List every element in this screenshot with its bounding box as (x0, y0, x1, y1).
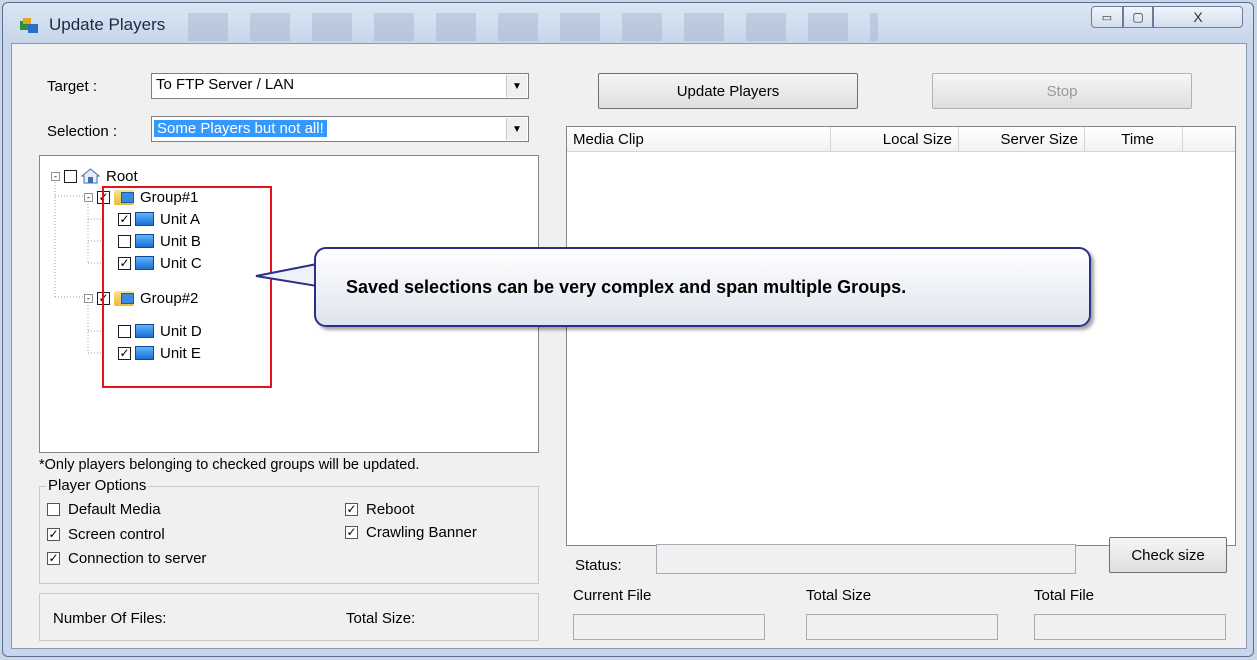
update-players-window: Update Players ▭ ▢ X Target : To FTP Ser… (2, 2, 1254, 657)
app-icon (20, 18, 38, 33)
reboot-checkbox[interactable]: ✓ (345, 503, 358, 516)
selection-label: Selection : (47, 123, 118, 140)
stop-button[interactable]: Stop (932, 73, 1192, 109)
column-local-size[interactable]: Local Size (831, 127, 959, 151)
player-options-group: Player Options Default Media ✓ Screen co… (39, 477, 539, 584)
update-players-button[interactable]: Update Players (598, 73, 858, 109)
chevron-down-icon[interactable]: ▼ (506, 118, 527, 140)
check-size-button[interactable]: Check size (1109, 537, 1227, 573)
column-media-clip[interactable]: Media Clip (567, 127, 831, 151)
total-size-progress-label: Total Size (806, 587, 872, 604)
selection-value: Some Players but not all! (154, 120, 327, 137)
list-header: Media Clip Local Size Server Size Time (567, 127, 1235, 152)
callout-text: Saved selections can be very complex and… (346, 276, 907, 297)
collapse-group-2-toggle[interactable]: - (84, 293, 93, 303)
client-area: Target : To FTP Server / LAN ▼ Selection… (11, 43, 1247, 649)
close-button[interactable]: X (1153, 6, 1243, 28)
total-size-label: Total Size: (346, 610, 416, 627)
connection-to-server-option[interactable]: ✓ Connection to server (47, 550, 206, 567)
total-file-field (1034, 614, 1226, 640)
close-icon: X (1193, 9, 1203, 25)
collapse-root-toggle[interactable]: - (51, 171, 60, 181)
chevron-down-icon[interactable]: ▼ (506, 75, 527, 97)
target-value: To FTP Server / LAN (156, 76, 295, 93)
player-options-title: Player Options (46, 477, 149, 494)
status-field (656, 544, 1076, 574)
root-checkbox[interactable] (64, 169, 77, 183)
total-file-label: Total File (1034, 587, 1095, 604)
crawling-banner-checkbox[interactable]: ✓ (345, 526, 358, 539)
number-of-files-label: Number Of Files: (53, 610, 167, 627)
minimize-button[interactable]: ▭ (1091, 6, 1123, 28)
callout-annotation: Saved selections can be very complex and… (314, 247, 1091, 327)
column-time[interactable]: Time (1085, 127, 1183, 151)
screen-control-option[interactable]: ✓ Screen control (47, 526, 165, 543)
maximize-button[interactable]: ▢ (1123, 6, 1153, 28)
totals-panel: Number Of Files: Total Size: (39, 593, 539, 641)
current-file-field (573, 614, 765, 640)
title-bar[interactable]: Update Players ▭ ▢ X (3, 3, 1253, 43)
target-select[interactable]: To FTP Server / LAN ▼ (151, 73, 529, 99)
minimize-icon: ▭ (1101, 11, 1113, 24)
current-file-label: Current File (573, 587, 652, 604)
highlight-annotation-box (102, 186, 272, 388)
collapse-group-1-toggle[interactable]: - (84, 192, 93, 202)
default-media-option[interactable]: Default Media (47, 501, 161, 518)
status-label: Status: (575, 557, 622, 574)
target-label: Target : (47, 78, 98, 95)
title-bar-background-decor (188, 13, 878, 41)
screen-control-label: Screen control (68, 526, 165, 543)
crawling-banner-label: Crawling Banner (366, 524, 477, 541)
selection-select[interactable]: Some Players but not all! ▼ (151, 116, 529, 142)
root-label: Root (106, 167, 138, 185)
screen-control-checkbox[interactable]: ✓ (47, 528, 60, 541)
connection-to-server-label: Connection to server (68, 550, 207, 567)
column-server-size[interactable]: Server Size (959, 127, 1085, 151)
total-size-field (806, 614, 998, 640)
media-clip-list[interactable]: Media Clip Local Size Server Size Time (566, 126, 1236, 546)
maximize-icon: ▢ (1132, 10, 1144, 24)
reboot-label: Reboot (366, 501, 415, 518)
default-media-label: Default Media (68, 501, 161, 518)
home-icon (80, 168, 101, 184)
connection-to-server-checkbox[interactable]: ✓ (47, 552, 60, 565)
update-note: *Only players belonging to checked group… (39, 457, 420, 473)
crawling-banner-option[interactable]: ✓ Crawling Banner (345, 524, 477, 541)
column-filler (1183, 127, 1235, 151)
default-media-checkbox[interactable] (47, 503, 60, 516)
reboot-option[interactable]: ✓ Reboot (345, 501, 414, 518)
tree-node-root[interactable]: - Root (51, 166, 138, 186)
window-title: Update Players (49, 15, 166, 34)
